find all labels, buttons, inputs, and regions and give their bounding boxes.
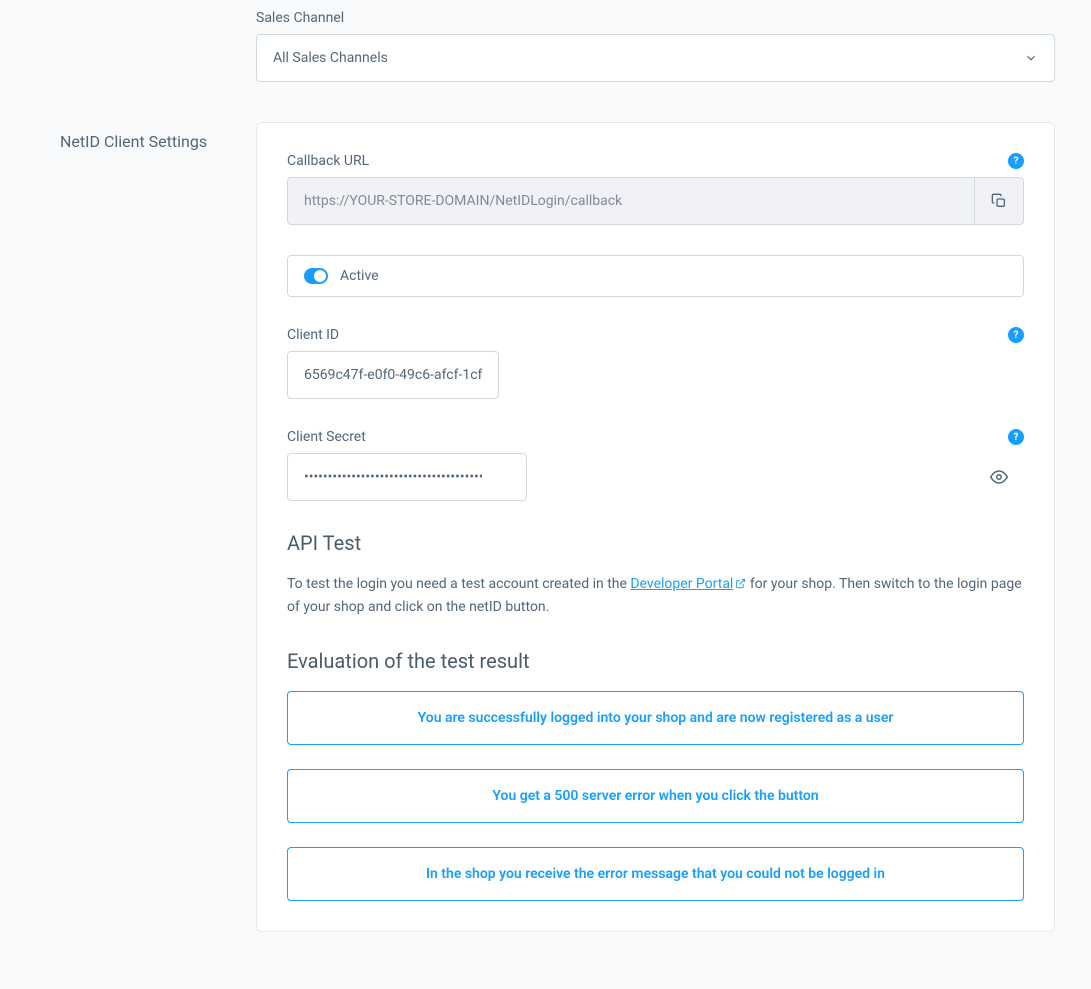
sales-channel-label: Sales Channel: [256, 10, 1055, 26]
section-title: NetID Client Settings: [60, 132, 216, 151]
client-secret-label: Client Secret: [287, 429, 366, 445]
eye-icon: [990, 468, 1008, 486]
copy-icon: [991, 193, 1007, 209]
sales-channel-select[interactable]: All Sales Channels: [256, 34, 1055, 82]
active-toggle[interactable]: [304, 268, 328, 284]
result-option-login-error[interactable]: In the shop you receive the error messag…: [287, 847, 1024, 901]
callback-url-label: Callback URL: [287, 153, 369, 169]
callback-url-input[interactable]: [287, 177, 974, 225]
result-option-500[interactable]: You get a 500 server error when you clic…: [287, 769, 1024, 823]
settings-card: Callback URL ? Active: [256, 122, 1055, 932]
active-toggle-label: Active: [340, 268, 379, 284]
api-test-description: To test the login you need a test accoun…: [287, 573, 1024, 619]
api-test-heading: API Test: [287, 531, 1024, 555]
help-icon[interactable]: ?: [1008, 153, 1024, 169]
developer-portal-link[interactable]: Developer Portal: [630, 576, 746, 592]
reveal-secret-button[interactable]: [984, 462, 1014, 492]
client-id-label: Client ID: [287, 327, 339, 343]
result-option-success[interactable]: You are successfully logged into your sh…: [287, 691, 1024, 745]
chevron-down-icon: [1024, 51, 1038, 65]
external-link-icon: [735, 577, 746, 593]
sales-channel-value: All Sales Channels: [273, 50, 388, 66]
active-toggle-row: Active: [287, 255, 1024, 297]
copy-button[interactable]: [974, 177, 1024, 225]
help-icon[interactable]: ?: [1008, 327, 1024, 343]
evaluation-heading: Evaluation of the test result: [287, 649, 1024, 673]
client-id-input[interactable]: [287, 351, 499, 399]
help-icon[interactable]: ?: [1008, 429, 1024, 445]
client-secret-input[interactable]: [287, 453, 527, 501]
